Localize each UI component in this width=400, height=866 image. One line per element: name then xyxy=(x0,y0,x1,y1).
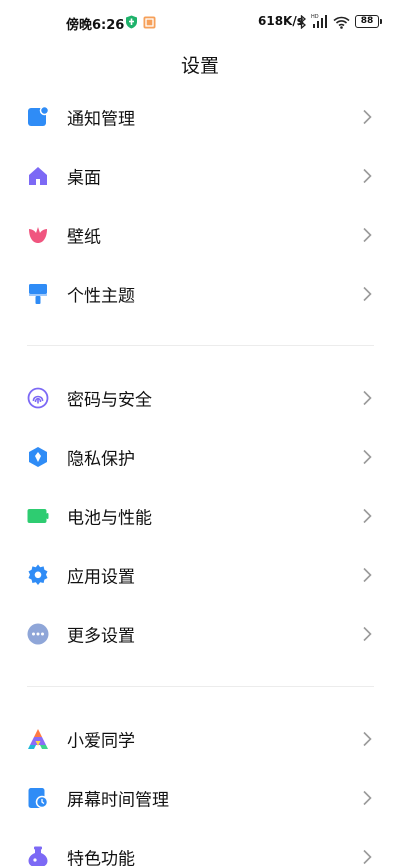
settings-item-label: 应用设置 xyxy=(67,567,135,587)
bluetooth-icon xyxy=(297,14,306,33)
paintbrush-icon xyxy=(27,283,49,305)
chevron-right-icon xyxy=(362,449,372,465)
settings-item-app-settings[interactable]: 应用设置 xyxy=(0,545,400,604)
section-divider xyxy=(27,686,374,687)
settings-item-label: 小爱同学 xyxy=(67,731,135,751)
settings-item-themes[interactable]: 个性主题 xyxy=(0,264,400,323)
screen-time-icon xyxy=(27,787,49,809)
gear-icon xyxy=(27,564,49,586)
chevron-right-icon xyxy=(362,109,372,125)
xiaoai-icon xyxy=(27,728,49,750)
chevron-right-icon xyxy=(362,390,372,406)
svg-text:HD: HD xyxy=(311,14,319,20)
notification-icon xyxy=(27,105,50,128)
settings-item-label: 特色功能 xyxy=(67,849,135,866)
page-title: 设置 xyxy=(180,55,219,77)
settings-item-privacy[interactable]: 隐私保护 xyxy=(0,427,400,486)
settings-item-xiaoai[interactable]: 小爱同学 xyxy=(0,709,400,768)
chevron-right-icon xyxy=(362,227,372,243)
home-icon xyxy=(27,165,49,187)
settings-item-label: 桌面 xyxy=(67,168,101,188)
app-notification-icon xyxy=(143,14,156,33)
chevron-right-icon xyxy=(362,508,372,524)
settings-item-label: 通知管理 xyxy=(67,109,135,129)
cell-signal-icon: HD xyxy=(311,13,329,33)
settings-item-battery-performance[interactable]: 电池与性能 xyxy=(0,486,400,545)
settings-item-screen-time[interactable]: 屏幕时间管理 xyxy=(0,768,400,827)
chevron-right-icon xyxy=(362,567,372,583)
chevron-right-icon xyxy=(362,790,372,806)
settings-item-label: 隐私保护 xyxy=(67,449,135,469)
settings-item-label: 更多设置 xyxy=(67,626,135,646)
settings-item-label: 壁纸 xyxy=(67,227,101,247)
status-time: 傍晚6:26 xyxy=(66,18,125,33)
settings-item-label: 密码与安全 xyxy=(67,390,152,410)
settings-item-notifications[interactable]: 通知管理 xyxy=(0,87,400,146)
settings-item-desktop[interactable]: 桌面 xyxy=(0,146,400,205)
settings-item-more-settings[interactable]: 更多设置 xyxy=(0,604,400,663)
potion-icon xyxy=(27,846,49,866)
settings-item-wallpaper[interactable]: 壁纸 xyxy=(0,205,400,264)
settings-item-password-security[interactable]: 密码与安全 xyxy=(0,368,400,427)
section-divider xyxy=(27,345,374,346)
chevron-right-icon xyxy=(362,626,372,642)
chevron-right-icon xyxy=(362,849,372,865)
fingerprint-icon xyxy=(27,387,49,409)
more-dots-icon xyxy=(27,623,49,645)
status-bar: 傍晚6:26 618K/s HD 88 xyxy=(0,0,400,44)
chevron-right-icon xyxy=(362,286,372,302)
settings-item-label: 个性主题 xyxy=(67,286,135,306)
tulip-icon xyxy=(27,224,49,246)
settings-item-label: 电池与性能 xyxy=(67,508,152,528)
chevron-right-icon xyxy=(362,731,372,747)
battery-icon xyxy=(27,505,49,527)
settings-item-label: 屏幕时间管理 xyxy=(67,790,169,810)
privacy-shield-icon xyxy=(27,446,49,468)
wifi-icon xyxy=(333,14,350,33)
settings-item-special-features[interactable]: 特色功能 xyxy=(0,827,400,866)
security-shield-icon xyxy=(125,14,138,33)
battery-indicator: 88 xyxy=(355,15,382,28)
chevron-right-icon xyxy=(362,168,372,184)
